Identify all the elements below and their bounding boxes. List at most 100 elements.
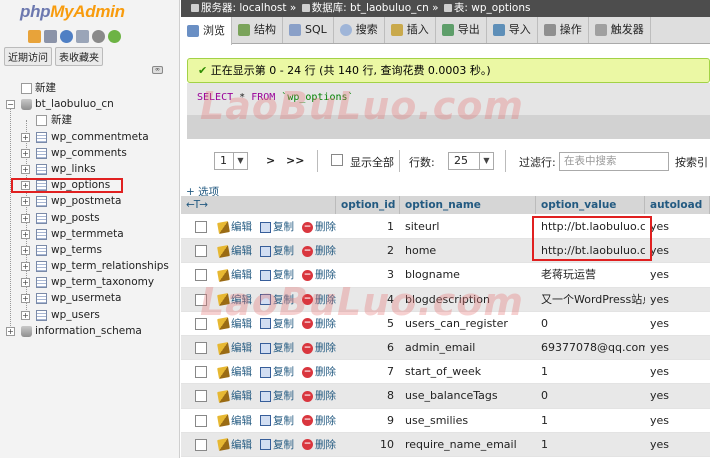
cell-option-value[interactable]: 1 [536,433,645,457]
delete-button[interactable]: − 删除 [302,312,336,336]
expand-icon[interactable]: + [21,278,30,288]
expand-icon[interactable]: + [21,213,30,223]
edit-button[interactable]: 编辑 [217,336,252,360]
cell-autoload[interactable]: yes [645,215,710,239]
cell-autoload[interactable]: yes [645,336,710,360]
tree-table-item[interactable]: + wp_links [0,161,179,177]
cell-option-value[interactable]: 0 [536,312,645,336]
show-all-checkbox[interactable] [331,154,343,166]
expand-icon[interactable]: + [21,148,30,158]
cell-autoload[interactable]: yes [645,288,710,312]
tab-operations[interactable]: 操作 [538,17,589,43]
cell-option-id[interactable]: 5 [336,312,400,336]
rows-select[interactable]: 25 ▼ [448,152,494,170]
column-header-option-value[interactable]: option_value [536,196,645,214]
tree-table-item[interactable]: + wp_term_relationships [0,258,179,274]
delete-button[interactable]: − 删除 [302,360,336,384]
row-checkbox[interactable] [195,293,207,306]
filter-rows-input[interactable]: 在表中搜索 [559,152,669,171]
edit-button[interactable]: 编辑 [217,312,252,336]
logout-icon[interactable] [44,30,57,43]
cell-option-id[interactable]: 3 [336,263,400,287]
delete-button[interactable]: − 删除 [302,433,336,457]
edit-button[interactable]: 编辑 [217,215,252,239]
cell-autoload[interactable]: yes [645,384,710,408]
cell-option-name[interactable]: require_name_email [400,433,536,457]
home-icon[interactable] [28,30,41,43]
row-checkbox[interactable] [195,269,207,282]
tree-table-item[interactable]: + wp_usermeta [0,290,179,306]
cell-option-value[interactable]: 老蒋玩运营 [536,263,645,287]
tab-export[interactable]: 导出 [436,17,487,43]
breadcrumb-table[interactable]: 表: wp_options [454,2,531,14]
delete-button[interactable]: − 删除 [302,263,336,287]
cell-option-id[interactable]: 4 [336,288,400,312]
tab-insert[interactable]: 插入 [385,17,436,43]
edit-button[interactable]: 编辑 [217,409,252,433]
recent-tables-button[interactable]: 近期访问 [4,47,52,66]
column-arrows[interactable]: ←T→ [186,199,208,211]
copy-button[interactable]: 复制 [260,336,294,360]
cell-option-id[interactable]: 2 [336,239,400,263]
delete-button[interactable]: − 删除 [302,336,336,360]
row-checkbox[interactable] [195,342,207,354]
cell-option-value[interactable]: 1 [536,360,645,384]
copy-button[interactable]: 复制 [260,239,294,263]
cell-option-name[interactable]: blogdescription [400,288,536,312]
expand-icon[interactable]: + [21,310,30,320]
delete-button[interactable]: − 删除 [302,288,336,312]
delete-button[interactable]: − 删除 [302,215,336,239]
page-select[interactable]: 1 ▼ [214,152,248,170]
copy-button[interactable]: 复制 [260,288,294,312]
cell-option-name[interactable]: use_balanceTags [400,384,536,408]
copy-button[interactable]: 复制 [260,263,294,287]
cell-option-value[interactable]: 69377078@qq.com [536,336,645,360]
cell-option-id[interactable]: 1 [336,215,400,239]
cell-autoload[interactable]: yes [645,433,710,457]
expand-icon[interactable]: + [21,197,30,207]
edit-button[interactable]: 编辑 [217,433,252,457]
row-checkbox[interactable] [195,366,207,379]
cell-option-id[interactable]: 8 [336,384,400,408]
edit-button[interactable]: 编辑 [217,263,252,287]
tab-import[interactable]: 导入 [487,17,538,43]
copy-button[interactable]: 复制 [260,409,294,433]
cell-autoload[interactable]: yes [645,409,710,433]
cell-option-id[interactable]: 10 [336,433,400,457]
link-with-main-icon[interactable]: ∞ [152,66,163,74]
tab-search[interactable]: 搜索 [334,17,385,43]
edit-button[interactable]: 编辑 [217,239,252,263]
tree-new-table[interactable]: 新建 [0,112,179,128]
tab-sql[interactable]: SQL [283,17,334,43]
expand-icon[interactable]: + [21,229,30,239]
tab-browse[interactable]: 浏览 [181,17,232,45]
cell-option-name[interactable]: users_can_register [400,312,536,336]
tree-table-item[interactable]: + wp_comments [0,145,179,161]
row-checkbox[interactable] [195,390,207,403]
sql-query-text[interactable]: SELECT * FROM `wp_options` [197,92,354,103]
docs-icon[interactable] [76,30,89,43]
cell-option-name[interactable]: home [400,239,536,263]
column-header-autoload[interactable]: autoload [645,196,710,214]
cell-option-value[interactable]: 0 [536,384,645,408]
expand-icon[interactable]: + [21,294,30,304]
cell-option-id[interactable]: 6 [336,336,400,360]
next-page-button[interactable]: > [266,154,275,167]
expand-icon[interactable]: + [21,262,30,272]
help-icon[interactable] [60,30,73,43]
tree-table-item[interactable]: + wp_posts [0,210,179,226]
tab-structure[interactable]: 结构 [232,17,283,43]
settings-icon[interactable] [92,30,105,43]
copy-button[interactable]: 复制 [260,433,294,457]
expand-icon[interactable]: + [21,132,30,142]
last-page-button[interactable]: >> [286,154,304,167]
cell-option-name[interactable]: blogname [400,263,536,287]
collapse-icon[interactable]: − [6,100,15,110]
edit-button[interactable]: 编辑 [217,384,252,408]
cell-option-name[interactable]: siteurl [400,215,536,239]
copy-button[interactable]: 复制 [260,384,294,408]
breadcrumb-database[interactable]: 数据库: bt_laobuluo_cn [312,2,429,14]
row-checkbox[interactable] [195,317,207,330]
delete-button[interactable]: − 删除 [302,239,336,263]
cell-option-name[interactable]: admin_email [400,336,536,360]
